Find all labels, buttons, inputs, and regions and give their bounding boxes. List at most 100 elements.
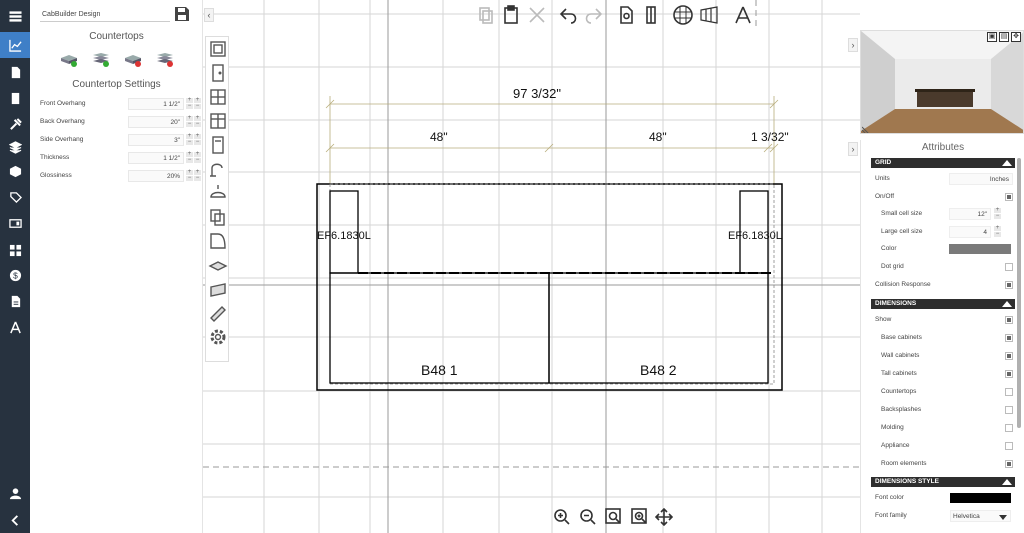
front-overhang-input[interactable]: 1 1/2" [128, 98, 184, 110]
room-tool-icon[interactable] [208, 39, 228, 59]
corner-tool-icon[interactable] [208, 231, 228, 251]
copy-icon[interactable] [474, 4, 496, 26]
redo-icon[interactable] [582, 4, 604, 26]
menu-icon[interactable] [0, 3, 30, 29]
back-overhang-stepper[interactable]: + + − − [186, 115, 203, 128]
backsplashes-checkbox[interactable] [1005, 406, 1013, 414]
dollar-icon[interactable]: $ [0, 262, 30, 288]
zoom-selection-icon[interactable] [631, 508, 651, 528]
door-tool-icon[interactable] [208, 63, 228, 83]
grid-toggle-icon[interactable] [672, 4, 694, 26]
appliance-checkbox[interactable] [1005, 442, 1013, 450]
wall-cabinet-right-label: EF6.1830L [728, 230, 782, 242]
show-checkbox[interactable] [1005, 316, 1013, 324]
document-icon[interactable] [0, 59, 30, 85]
molding-tool-icon[interactable] [208, 303, 228, 323]
user-icon[interactable] [0, 480, 30, 506]
image-icon[interactable]: ▤ [999, 32, 1009, 42]
save-icon[interactable] [174, 6, 190, 22]
glossiness-stepper[interactable]: + + − − [186, 169, 203, 182]
dimensions-section-header[interactable]: DIMENSIONS [871, 299, 1015, 309]
dimensions-style-section-header[interactable]: DIMENSIONS STYLE [871, 477, 1015, 487]
box-icon[interactable] [0, 158, 30, 184]
thickness-label: Thickness [40, 154, 70, 161]
collision-checkbox[interactable] [1005, 281, 1013, 289]
camera-icon[interactable]: ▣ [987, 32, 997, 42]
copy-layer-tool-icon[interactable] [208, 207, 228, 227]
grid-onoff-row: On/Off [875, 190, 1013, 204]
remove-countertop-layer-icon[interactable] [156, 52, 174, 68]
design-name-field[interactable]: CabBuilder Design [40, 8, 170, 22]
thickness-input[interactable]: 1 1/2" [128, 152, 184, 164]
thickness-stepper[interactable]: + + − − [186, 151, 203, 164]
font-family-select[interactable]: Helvetica [950, 510, 1011, 522]
document-settings-icon[interactable] [615, 4, 637, 26]
wall-view-icon[interactable] [698, 4, 720, 26]
appliance-label: Appliance [881, 442, 910, 449]
units-select[interactable]: Inches [949, 173, 1013, 185]
undo-icon[interactable] [558, 4, 580, 26]
add-countertop-icon[interactable] [60, 52, 78, 68]
tall-cabinets-row: Tall cabinets [881, 367, 1013, 381]
double-window-tool-icon[interactable] [208, 111, 228, 131]
design-canvas[interactable]: 97 3/32" 48" 48" 1 3/32" EF6.1830L EF6.1… [203, 0, 860, 533]
large-cell-stepper[interactable]: + − [994, 225, 1002, 238]
settings-gear-tool-icon[interactable] [208, 327, 228, 347]
collapse-attributes-button[interactable]: › [848, 142, 858, 156]
remove-countertop-icon[interactable] [124, 52, 142, 68]
glossiness-row: Glossiness 20% + + − − [40, 169, 203, 182]
font-color-swatch[interactable] [950, 493, 1011, 503]
small-cell-stepper[interactable]: + − [994, 207, 1002, 220]
add-countertop-layer-icon[interactable] [92, 52, 110, 68]
zoom-out-icon[interactable] [579, 508, 599, 528]
window-tool-icon[interactable] [208, 87, 228, 107]
expand-icon[interactable]: ✥ [1011, 32, 1021, 42]
side-overhang-stepper[interactable]: + + − − [186, 133, 203, 146]
front-overhang-stepper[interactable]: + + − − [186, 97, 203, 110]
collapse-left-panel-button[interactable]: ‹ [204, 8, 214, 22]
thickness-row: Thickness 1 1/2" + + − − [40, 151, 203, 164]
grid-section-header[interactable]: GRID [871, 158, 1015, 168]
delete-icon[interactable] [526, 4, 548, 26]
measure-icon[interactable] [732, 4, 754, 26]
door-view-icon[interactable] [640, 4, 662, 26]
attributes-scrollbar[interactable] [1017, 158, 1021, 428]
chart-icon[interactable] [0, 32, 30, 58]
light-tool-icon[interactable] [208, 183, 228, 203]
collapse-preview-button[interactable]: › [848, 38, 858, 52]
glossiness-input[interactable]: 20% [128, 170, 184, 182]
countertops-checkbox[interactable] [1005, 388, 1013, 396]
side-overhang-row: Side Overhang 3" + + − − [40, 133, 203, 146]
wall-cabinets-checkbox[interactable] [1005, 352, 1013, 360]
compass-icon[interactable] [0, 314, 30, 340]
book-icon[interactable] [0, 85, 30, 111]
grid-onoff-checkbox[interactable] [1005, 193, 1013, 201]
cabinet-tool-icon[interactable] [208, 135, 228, 155]
panel-tool-icon[interactable] [208, 279, 228, 299]
small-cell-input[interactable]: 12" [949, 208, 991, 220]
tag-icon[interactable] [0, 184, 30, 210]
base-cabinets-checkbox[interactable] [1005, 334, 1013, 342]
dot-grid-checkbox[interactable] [1005, 263, 1013, 271]
base-cabinet-1-label: B48 1 [421, 362, 458, 378]
zoom-fit-icon[interactable] [605, 508, 625, 528]
faucet-tool-icon[interactable] [208, 159, 228, 179]
side-overhang-input[interactable]: 3" [128, 134, 184, 146]
grid-icon[interactable] [0, 237, 30, 263]
zoom-in-icon[interactable] [553, 508, 573, 528]
countertop-tool-icon[interactable] [208, 255, 228, 275]
3d-preview[interactable]: ▣ ▤ ✥ [860, 30, 1024, 134]
display-icon[interactable] [0, 210, 30, 236]
resize-handle-icon[interactable] [861, 122, 872, 133]
report-icon[interactable] [0, 288, 30, 314]
paste-icon[interactable] [500, 4, 522, 26]
large-cell-input[interactable]: 4 [949, 226, 991, 238]
layers-icon[interactable] [0, 134, 30, 160]
back-overhang-input[interactable]: 20" [128, 116, 184, 128]
grid-color-swatch[interactable] [949, 244, 1011, 254]
room-elements-checkbox[interactable] [1005, 460, 1013, 468]
pan-icon[interactable] [654, 507, 675, 528]
tall-cabinets-checkbox[interactable] [1005, 370, 1013, 378]
back-arrow-icon[interactable] [0, 507, 30, 533]
molding-checkbox[interactable] [1005, 424, 1013, 432]
